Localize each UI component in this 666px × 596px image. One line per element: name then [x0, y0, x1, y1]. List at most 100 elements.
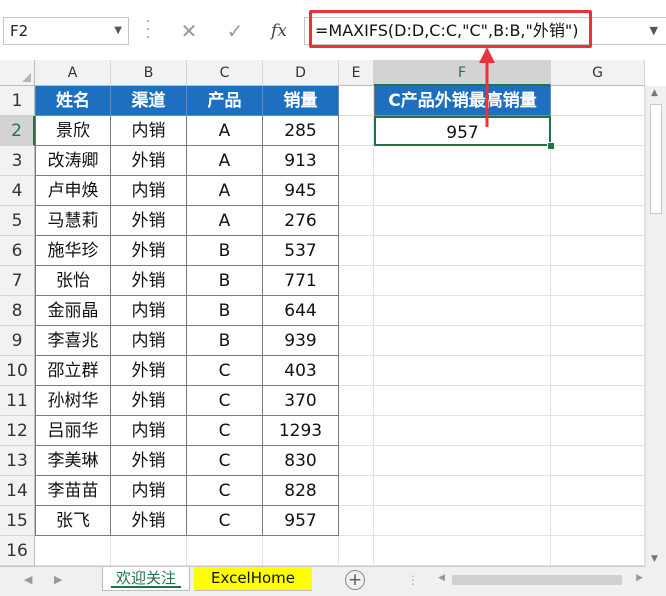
row-header-3[interactable]: 3 [0, 146, 35, 176]
cell-b3[interactable]: 外销 [111, 146, 187, 176]
cell-e15[interactable] [339, 506, 374, 536]
cell-a7[interactable]: 张怡 [35, 266, 111, 296]
expand-formula-icon[interactable]: ▼ [650, 18, 658, 44]
cell-a15[interactable]: 张飞 [35, 506, 111, 536]
select-all-corner[interactable] [0, 60, 35, 86]
cell-d15[interactable]: 957 [263, 506, 339, 536]
cell-c6[interactable]: B [187, 236, 263, 266]
cancel-icon[interactable]: ✕ [174, 17, 204, 45]
drag-handle-icon[interactable]: · · · [143, 15, 153, 45]
row-header-2[interactable]: 2 [0, 116, 35, 146]
fill-handle[interactable] [547, 142, 555, 150]
cell-g11[interactable] [551, 386, 645, 416]
cell-a12[interactable]: 吕丽华 [35, 416, 111, 446]
cell-e6[interactable] [339, 236, 374, 266]
cell-e1[interactable] [339, 86, 374, 116]
cell-a4[interactable]: 卢申焕 [35, 176, 111, 206]
vertical-scrollbar[interactable]: ▲ ▼ [645, 86, 666, 566]
cell-d10[interactable]: 403 [263, 356, 339, 386]
cell-a11[interactable]: 孙树华 [35, 386, 111, 416]
column-header-f[interactable]: F [374, 60, 551, 86]
cell-c8[interactable]: B [187, 296, 263, 326]
cell-e2[interactable] [339, 116, 374, 146]
scroll-thumb[interactable] [452, 575, 622, 585]
cell-e8[interactable] [339, 296, 374, 326]
column-header-g[interactable]: G [551, 60, 645, 86]
cell-a16[interactable] [35, 536, 111, 566]
cell-a13[interactable]: 李美琳 [35, 446, 111, 476]
cell-c11[interactable]: C [187, 386, 263, 416]
cell-d2[interactable]: 285 [263, 116, 339, 146]
cell-f14[interactable] [374, 476, 551, 506]
cell-a8[interactable]: 金丽晶 [35, 296, 111, 326]
cell-a3[interactable]: 改涛卿 [35, 146, 111, 176]
cell-e4[interactable] [339, 176, 374, 206]
cell-a2[interactable]: 景欣 [35, 116, 111, 146]
cell-b4[interactable]: 内销 [111, 176, 187, 206]
cell-f1[interactable]: C产品外销最高销量 [374, 86, 551, 116]
cell-c13[interactable]: C [187, 446, 263, 476]
cell-f7[interactable] [374, 266, 551, 296]
cell-f12[interactable] [374, 416, 551, 446]
cell-g7[interactable] [551, 266, 645, 296]
cell-c2[interactable]: A [187, 116, 263, 146]
cell-b1[interactable]: 渠道 [111, 86, 187, 116]
cell-c1[interactable]: 产品 [187, 86, 263, 116]
cell-c4[interactable]: A [187, 176, 263, 206]
cell-c7[interactable]: B [187, 266, 263, 296]
enter-icon[interactable]: ✓ [220, 17, 250, 45]
row-header-15[interactable]: 15 [0, 506, 35, 536]
cell-g14[interactable] [551, 476, 645, 506]
cell-b13[interactable]: 外销 [111, 446, 187, 476]
cell-b16[interactable] [111, 536, 187, 566]
cell-c15[interactable]: C [187, 506, 263, 536]
row-header-6[interactable]: 6 [0, 236, 35, 266]
cell-a1[interactable]: 姓名 [35, 86, 111, 116]
column-header-e[interactable]: E [339, 60, 374, 86]
column-header-a[interactable]: A [35, 60, 111, 86]
column-header-d[interactable]: D [263, 60, 339, 86]
cell-e16[interactable] [339, 536, 374, 566]
cell-e9[interactable] [339, 326, 374, 356]
cell-b9[interactable]: 内销 [111, 326, 187, 356]
tab-splitter-icon[interactable]: ⋮ [407, 573, 420, 587]
horizontal-scrollbar[interactable]: ◀ ▶ [438, 572, 643, 588]
cell-c12[interactable]: C [187, 416, 263, 446]
column-header-b[interactable]: B [111, 60, 187, 86]
cell-d6[interactable]: 537 [263, 236, 339, 266]
cell-g16[interactable] [551, 536, 645, 566]
scroll-thumb[interactable] [650, 104, 662, 214]
row-header-4[interactable]: 4 [0, 176, 35, 206]
cell-e11[interactable] [339, 386, 374, 416]
cell-f2[interactable]: 957 [374, 116, 551, 146]
cell-b10[interactable]: 外销 [111, 356, 187, 386]
cell-b15[interactable]: 外销 [111, 506, 187, 536]
cell-a5[interactable]: 马慧莉 [35, 206, 111, 236]
cell-f13[interactable] [374, 446, 551, 476]
cell-g1[interactable] [551, 86, 645, 116]
cell-f3[interactable] [374, 146, 551, 176]
cell-f15[interactable] [374, 506, 551, 536]
cell-d5[interactable]: 276 [263, 206, 339, 236]
tab-next-icon[interactable]: ▶ [54, 573, 62, 586]
cell-d13[interactable]: 830 [263, 446, 339, 476]
cell-g3[interactable] [551, 146, 645, 176]
add-sheet-icon[interactable]: + [345, 570, 365, 590]
cell-g15[interactable] [551, 506, 645, 536]
chevron-down-icon[interactable]: ▼ [114, 18, 122, 44]
cell-g12[interactable] [551, 416, 645, 446]
cell-g10[interactable] [551, 356, 645, 386]
cell-d8[interactable]: 644 [263, 296, 339, 326]
cell-b14[interactable]: 内销 [111, 476, 187, 506]
cell-f6[interactable] [374, 236, 551, 266]
cell-d9[interactable]: 939 [263, 326, 339, 356]
cell-f10[interactable] [374, 356, 551, 386]
cell-f11[interactable] [374, 386, 551, 416]
row-header-8[interactable]: 8 [0, 296, 35, 326]
cell-d3[interactable]: 913 [263, 146, 339, 176]
function-icon[interactable]: fx [264, 17, 294, 45]
row-header-10[interactable]: 10 [0, 356, 35, 386]
cell-g6[interactable] [551, 236, 645, 266]
cell-f16[interactable] [374, 536, 551, 566]
cell-f9[interactable] [374, 326, 551, 356]
